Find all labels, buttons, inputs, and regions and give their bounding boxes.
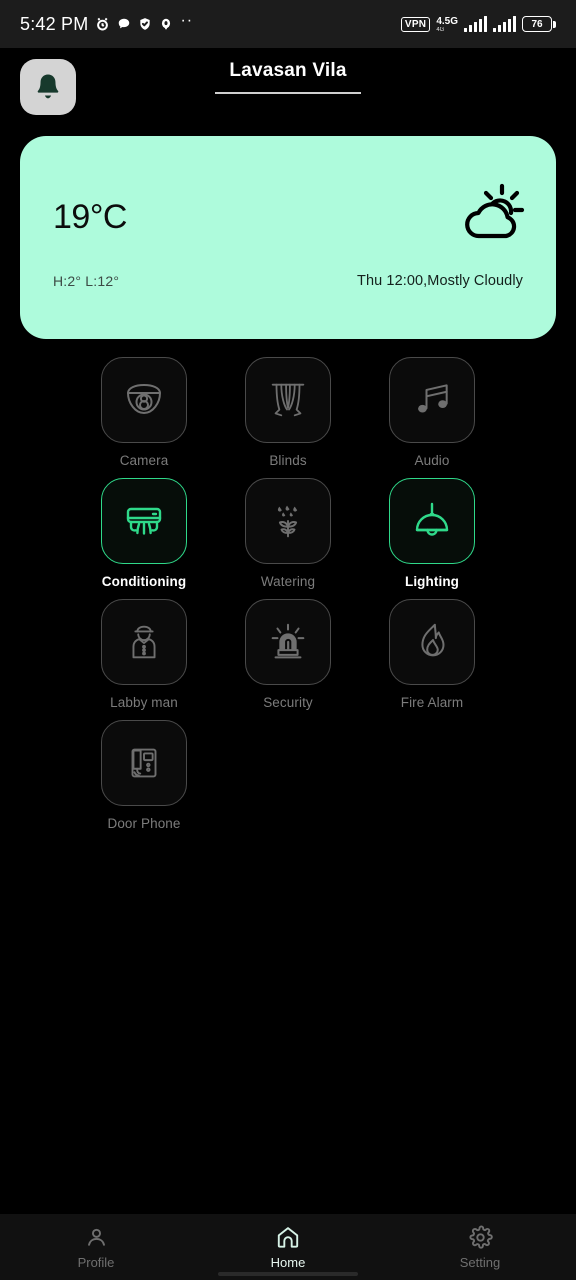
device-tile-camera[interactable]: Camera — [72, 357, 216, 468]
doorman-icon — [121, 619, 167, 665]
person-icon — [84, 1225, 109, 1250]
app-icon — [162, 18, 171, 30]
app-screen: 5:42 PM ·· VPN 4.5G 4G 76 Lavasan Vila 1… — [0, 0, 576, 1280]
weather-temperature: 19°C — [53, 198, 127, 236]
device-tile-watering[interactable]: Watering — [216, 478, 360, 589]
notification-button[interactable] — [20, 59, 76, 115]
status-time: 5:42 PM — [20, 13, 89, 34]
device-label: Labby man — [110, 695, 178, 710]
device-tile-door-phone[interactable]: Door Phone — [72, 720, 216, 831]
device-label: Door Phone — [107, 816, 181, 831]
music-note-icon — [418, 378, 454, 413]
device-tile-audio[interactable]: Audio — [360, 357, 504, 468]
chat-bubble-icon — [119, 18, 130, 29]
intercom-icon — [121, 740, 167, 786]
device-label: Watering — [260, 574, 316, 589]
signal-bars-sim1 — [464, 16, 487, 32]
battery-indicator: 76 — [522, 16, 556, 32]
weather-condition: Thu 12:00,Mostly Cloudly — [356, 273, 523, 289]
siren-icon — [265, 619, 311, 665]
sun-behind-cloud-icon — [458, 182, 528, 248]
status-bar-right: VPN 4.5G 4G 76 — [400, 13, 556, 35]
device-label: Lighting — [404, 574, 460, 589]
device-label: Audio — [414, 453, 450, 468]
title-underline — [215, 92, 361, 94]
device-tile-conditioning[interactable]: Conditioning — [72, 478, 216, 589]
device-label: Conditioning — [101, 574, 187, 589]
battery-tip — [553, 20, 556, 28]
dome-camera-icon — [120, 376, 168, 424]
device-tile-security[interactable]: Security — [216, 599, 360, 710]
header-title-group: Lavasan Vila — [0, 60, 576, 94]
weather-high-low: H:2° L:12° — [53, 273, 120, 289]
device-tile-audio-box[interactable] — [389, 357, 475, 443]
shield-check-icon — [140, 18, 151, 30]
device-tile-camera-box[interactable] — [101, 357, 187, 443]
device-tile-lighting-box[interactable] — [389, 478, 475, 564]
curtains-icon — [265, 377, 311, 423]
device-tile-blinds-box[interactable] — [245, 357, 331, 443]
gear-icon — [468, 1225, 493, 1250]
nav-label: Profile — [77, 1254, 115, 1270]
pendant-lamp-icon — [408, 497, 456, 545]
device-tile-labby-man[interactable]: Labby man — [72, 599, 216, 710]
battery-level: 76 — [522, 16, 552, 32]
device-tile-conditioning-box[interactable] — [101, 478, 187, 564]
gesture-bar — [218, 1272, 358, 1276]
device-label: Fire Alarm — [400, 695, 464, 710]
weather-card[interactable]: 19°C H:2° L:12° Thu 12:00,Mostly Cloudly — [20, 136, 556, 339]
signal-bars-sim2 — [493, 16, 516, 32]
status-bar-left: 5:42 PM ·· — [20, 12, 194, 35]
device-tile-lighting[interactable]: Lighting — [360, 478, 504, 589]
nav-item-home[interactable]: Home — [192, 1224, 384, 1270]
nav-label: Home — [270, 1255, 306, 1270]
air-conditioner-icon — [120, 497, 168, 545]
vpn-badge: VPN — [400, 16, 431, 32]
device-tile-labby-man-box[interactable] — [101, 599, 187, 685]
network-generation: 4.5G — [436, 16, 458, 27]
bottom-navigation: Profile Home Setting — [0, 1214, 576, 1280]
device-tile-door-phone-box[interactable] — [101, 720, 187, 806]
weather-icon-wrap — [458, 182, 528, 248]
device-label: Security — [263, 695, 313, 710]
device-tile-blinds[interactable]: Blinds — [216, 357, 360, 468]
network-sub-label: 4G — [436, 27, 445, 33]
alarm-clock-icon — [95, 17, 110, 32]
app-header: Lavasan Vila — [0, 48, 576, 126]
nav-item-setting[interactable]: Setting — [384, 1225, 576, 1270]
plant-watering-icon — [277, 505, 298, 544]
house-icon — [275, 1224, 301, 1250]
bell-icon — [37, 74, 59, 99]
status-bar: 5:42 PM ·· VPN 4.5G 4G 76 — [0, 0, 576, 48]
device-tile-watering-box[interactable] — [245, 478, 331, 564]
device-label: Blinds — [269, 453, 307, 468]
nav-item-profile[interactable]: Profile — [0, 1225, 192, 1270]
device-tile-security-box[interactable] — [245, 599, 331, 685]
page-title: Lavasan Vila — [229, 60, 347, 81]
device-tile-fire-alarm[interactable]: Fire Alarm — [360, 599, 504, 710]
network-type-label: 4.5G 4G — [436, 13, 458, 35]
device-label: Camera — [119, 453, 169, 468]
flame-icon — [409, 619, 455, 665]
nav-label: Setting — [459, 1254, 501, 1270]
status-overflow-dots: ·· — [180, 12, 194, 29]
device-tile-fire-alarm-box[interactable] — [389, 599, 475, 685]
device-grid: Camera Blinds Audio Conditioning Waterin… — [0, 357, 576, 831]
